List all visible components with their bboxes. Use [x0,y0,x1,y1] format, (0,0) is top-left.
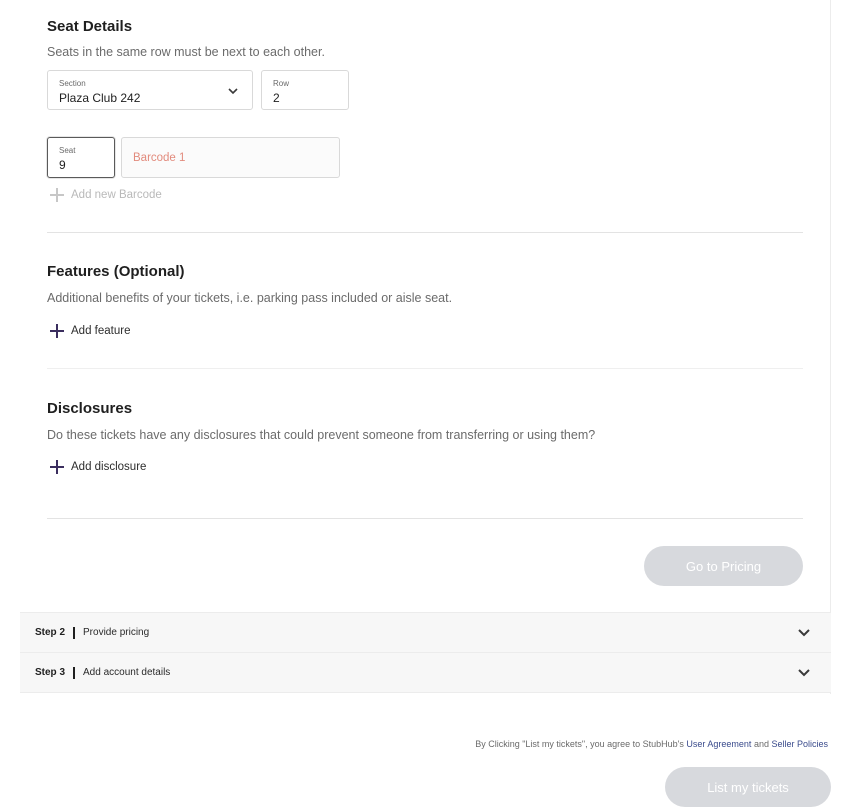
plus-icon [50,188,64,202]
section-label: Section [59,79,86,88]
seat-value: 9 [59,158,66,172]
step-separator [73,666,76,679]
add-new-barcode-button[interactable]: Add new Barcode [50,188,162,202]
agreement-text: By Clicking "List my tickets", you agree… [475,739,828,749]
go-to-pricing-button[interactable]: Go to Pricing [644,546,803,586]
features-subtitle: Additional benefits of your tickets, i.e… [47,291,453,305]
row-label: Row [273,79,290,88]
barcode-input[interactable]: Barcode 1 [121,137,340,178]
step-number: Step 2 [35,627,66,638]
step-label: Add account details [83,667,171,678]
section-value: Plaza Club 242 [59,91,141,105]
barcode-placeholder: Barcode 1 [133,152,186,164]
plus-icon [50,324,64,338]
chevron-down-icon [798,629,810,637]
seat-details-title: Seat Details [47,18,133,35]
row-value: 2 [273,91,280,105]
chevron-down-icon [798,669,810,677]
add-disclosure-label: Add disclosure [71,461,147,473]
step-3-header[interactable]: Step 3 Add account details [20,652,831,693]
user-agreement-link[interactable]: User Agreement [686,739,751,749]
disclosures-title: Disclosures [47,400,133,417]
seat-details-subtitle: Seats in the same row must be next to ea… [47,45,325,59]
seat-input[interactable]: Seat 9 [47,137,115,178]
step-label: Provide pricing [83,627,150,638]
add-feature-label: Add feature [71,325,131,337]
divider [47,232,803,233]
divider [47,368,803,369]
row-input[interactable]: Row 2 [261,70,349,110]
disclosures-subtitle: Do these tickets have any disclosures th… [47,428,596,442]
add-new-barcode-label: Add new Barcode [71,189,162,201]
features-title: Features (Optional) [47,263,185,280]
step-separator [73,626,76,639]
step-number: Step 3 [35,667,66,678]
add-disclosure-button[interactable]: Add disclosure [50,460,146,474]
seat-label: Seat [59,146,76,155]
agreement-and: and [751,739,772,749]
chevron-down-icon [228,88,238,95]
plus-icon [50,460,64,474]
section-select[interactable]: Section Plaza Club 242 [47,70,253,110]
seller-policies-link[interactable]: Seller Policies [771,739,828,749]
add-feature-button[interactable]: Add feature [50,324,130,338]
step-2-header[interactable]: Step 2 Provide pricing [20,612,831,652]
divider [47,518,803,519]
agreement-prefix: By Clicking "List my tickets", you agree… [475,739,687,749]
list-my-tickets-button[interactable]: List my tickets [665,767,831,807]
